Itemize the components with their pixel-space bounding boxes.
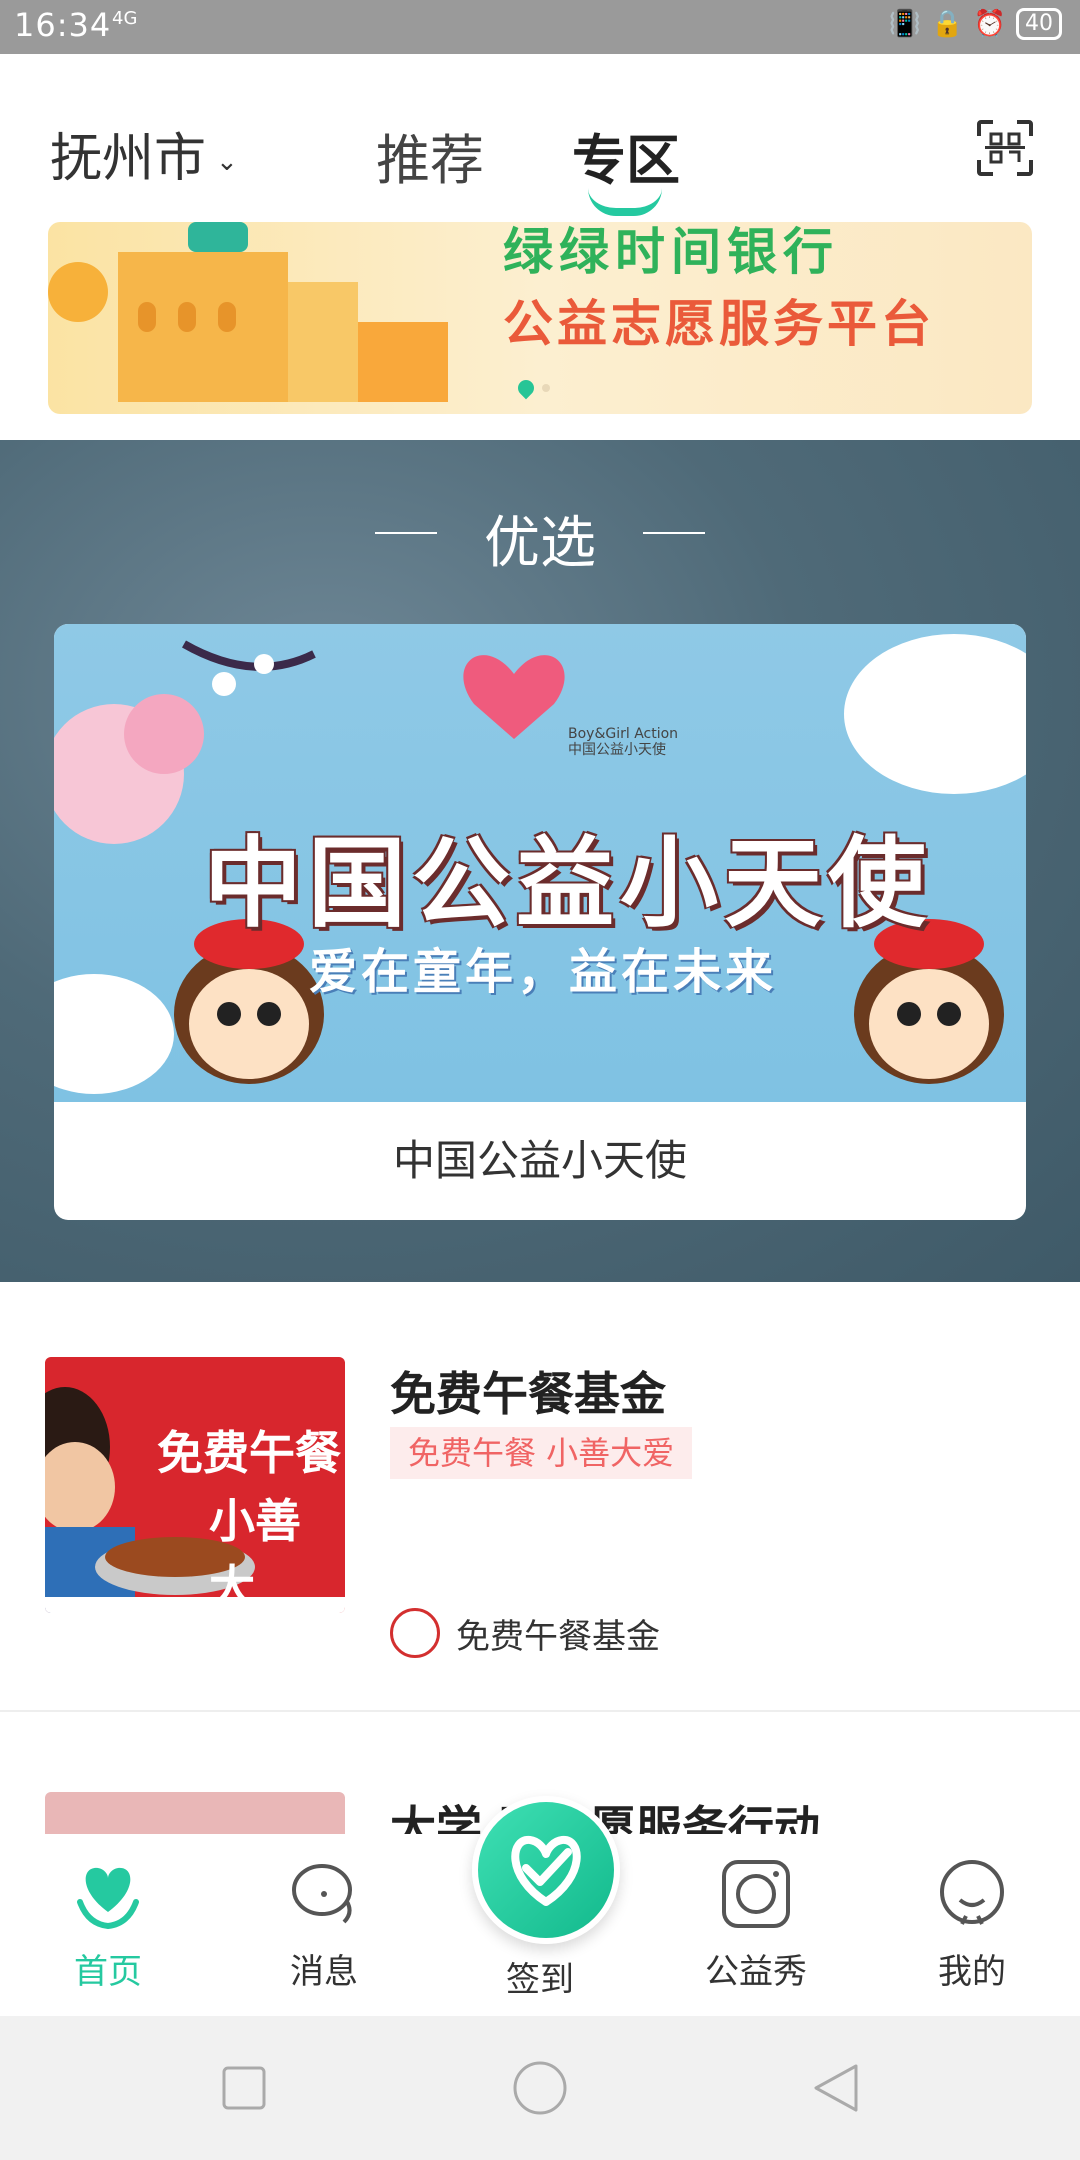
message-icon	[292, 1864, 352, 1924]
home-heart-icon	[77, 1867, 139, 1930]
back-icon[interactable]	[808, 2060, 864, 2116]
active-tab-indicator	[588, 188, 662, 216]
organizer-name: 免费午餐基金	[456, 1616, 660, 1657]
network-label: 4G	[112, 8, 138, 29]
banner-title: 绿绿时间银行	[503, 223, 839, 281]
tab-profile-label: 我的	[938, 1952, 1006, 1992]
project-thumbnail[interactable]: 免费午餐 小善大	[45, 1357, 345, 1613]
list-divider	[0, 1710, 1080, 1712]
tab-messages[interactable]: 消息	[244, 1854, 404, 1993]
battery-icon: 40	[1016, 8, 1062, 40]
organizer-logo-icon	[390, 1608, 440, 1658]
checkin-label: 签到	[506, 1960, 574, 2000]
title-divider-right	[643, 532, 705, 534]
project-tag: 免费午餐 小善大爱	[390, 1427, 693, 1479]
tab-zone[interactable]: 专区	[572, 116, 680, 195]
status-bar: 16:34 4G 📳 🔒 ⏰ 40	[0, 0, 1080, 54]
logo-text-cn: 中国公益小天使	[568, 742, 666, 758]
system-navigation-bar	[0, 2016, 1080, 2160]
lock-icon: 🔒	[931, 9, 964, 39]
top-header: 抚州市 ⌄ 推荐 专区	[0, 54, 1080, 224]
banner-illustration	[48, 222, 448, 402]
tab-showcase[interactable]: 公益秀	[676, 1854, 836, 1993]
thumbnail-text-2: 小善大	[209, 1494, 301, 1613]
project-title[interactable]: 免费午餐基金	[390, 1358, 666, 1424]
project-thumbnail-2[interactable]	[45, 1792, 345, 1838]
checkin-icon	[511, 1836, 581, 1906]
featured-section: 优选 Boy&Girl Action 中国公益小天使 中国公益小天使 爱在童年，…	[0, 440, 1080, 1282]
carousel-indicator	[514, 376, 550, 400]
card-image-title: 中国公益小天使	[204, 827, 933, 941]
featured-card-caption: 中国公益小天使	[392, 1136, 687, 1185]
thumbnail-text-1: 免费午餐	[157, 1426, 341, 1480]
status-icons: 📳 🔒 ⏰ 40	[889, 8, 1062, 40]
section-title: 优选	[484, 511, 596, 576]
vibrate-icon: 📳	[888, 9, 922, 39]
camera-icon	[722, 1860, 790, 1928]
carousel-dot-active	[514, 376, 538, 400]
status-time: 16:34	[14, 6, 112, 44]
card-logo-text: Boy&Girl Action 中国公益小天使	[568, 726, 678, 758]
checkin-button[interactable]	[472, 1796, 620, 1944]
tab-showcase-label: 公益秀	[705, 1952, 807, 1992]
home-icon[interactable]	[512, 2060, 568, 2116]
alarm-icon: ⏰	[973, 9, 1006, 39]
tab-home-label: 首页	[74, 1952, 142, 1992]
chevron-down-icon: ⌄	[216, 147, 238, 177]
profile-icon	[940, 1860, 1004, 1925]
tab-messages-label: 消息	[290, 1952, 358, 1992]
carousel-dot	[542, 384, 550, 392]
tab-home[interactable]: 首页	[28, 1854, 188, 1993]
city-selector[interactable]: 抚州市 ⌄	[50, 116, 238, 191]
project-organizer[interactable]: 免费午餐基金	[390, 1608, 660, 1658]
logo-text-en: Boy&Girl Action	[568, 726, 679, 742]
featured-card[interactable]: Boy&Girl Action 中国公益小天使 中国公益小天使 爱在童年，益在未…	[54, 624, 1026, 1220]
card-image-subtitle: 爱在童年，益在未来	[309, 944, 778, 1000]
banner-subtitle: 公益志愿服务平台	[503, 295, 935, 353]
tab-profile[interactable]: 我的	[892, 1854, 1052, 1993]
recent-apps-icon[interactable]	[220, 2064, 268, 2112]
promo-banner[interactable]: 绿绿时间银行 公益志愿服务平台	[48, 222, 1032, 414]
tab-recommend[interactable]: 推荐	[376, 116, 484, 195]
city-label: 抚州市	[50, 129, 207, 189]
featured-card-image: Boy&Girl Action 中国公益小天使 中国公益小天使 爱在童年，益在未…	[54, 624, 1026, 1102]
scan-icon[interactable]	[975, 118, 1035, 178]
